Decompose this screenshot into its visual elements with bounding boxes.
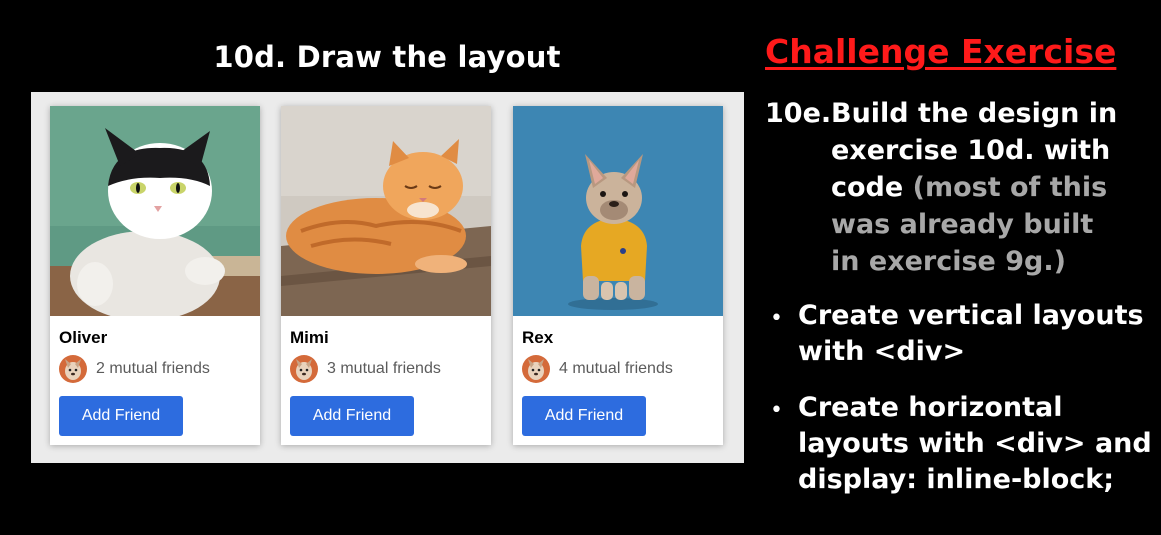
exercise-line: Build the design in [831,98,1118,129]
bullet-icon: • [770,398,783,423]
dog-avatar-icon [522,355,550,383]
friend-card-mimi: Mimi 3 mutual friends Add Friend [281,106,491,445]
bullet-2-line: Create horizontal [798,392,1063,423]
mutual-friends: 2 mutual friends [59,354,210,384]
dog-avatar-icon [59,355,87,383]
bullet-1-line: Create vertical layouts [798,300,1144,331]
dog-avatar-icon [290,355,318,383]
exercise-line-code: code [831,172,904,203]
slide: 10d. Draw the layout Oliver 2 mutual fri… [0,0,1161,535]
left-title: 10d. Draw the layout [213,40,561,74]
card-name: Rex [522,328,554,347]
bullet-2-line: layouts with <div> and [798,428,1152,459]
add-friend-button[interactable]: Add Friend [522,396,646,436]
bullet-1-line: with <div> [798,336,966,367]
friend-card-rex: Rex 4 mutual friends Add Friend [513,106,723,445]
exercise-line-mixed: code (most of this [831,170,1107,206]
dog-photo-rex [513,106,723,316]
exercise-line: exercise 10d. with [831,135,1111,166]
bullet-2-line: display: inline-block; [798,464,1115,495]
add-friend-button[interactable]: Add Friend [290,396,414,436]
mutual-friends: 3 mutual friends [290,354,441,384]
mutual-friends-text: 3 mutual friends [327,360,441,377]
friend-card-oliver: Oliver 2 mutual friends Add Friend [50,106,260,445]
card-name: Mimi [290,328,329,347]
cat-photo-oliver [50,106,260,316]
card-name: Oliver [59,328,108,347]
add-friend-button[interactable]: Add Friend [59,396,183,436]
layout-panel: Oliver 2 mutual friends Add Friend Mimi … [31,92,744,463]
exercise-number: 10e. [765,98,832,129]
cat-photo-mimi [281,106,491,316]
exercise-line-note: in exercise 9g.) [831,246,1066,277]
exercise-line-note: was already built [831,209,1094,240]
exercise-line-note: (most of this [912,172,1108,203]
mutual-friends: 4 mutual friends [522,354,673,384]
mutual-friends-text: 4 mutual friends [559,360,673,377]
challenge-heading: Challenge Exercise [765,32,1117,71]
mutual-friends-text: 2 mutual friends [96,360,210,377]
bullet-icon: • [770,306,783,331]
